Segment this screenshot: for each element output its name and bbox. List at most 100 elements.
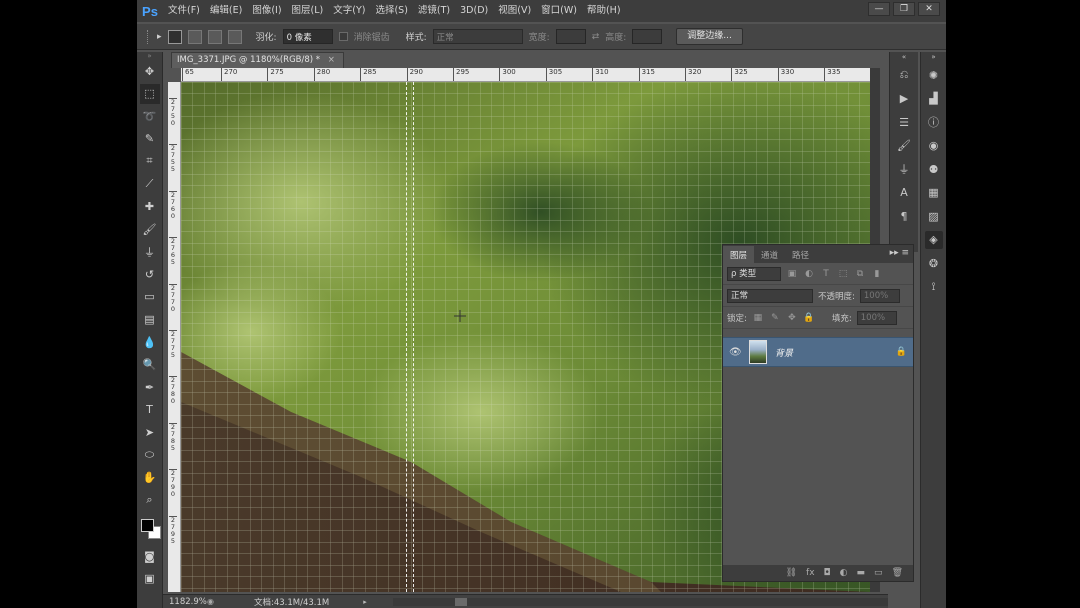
new-adjustment-icon[interactable]: ◐ (840, 568, 848, 578)
zoom-tool-icon[interactable]: ⌕ (140, 490, 160, 510)
screen-mode-icon[interactable]: ▣ (140, 569, 160, 589)
tools-collapse-icon[interactable]: » (140, 52, 160, 60)
layers-panel-icon[interactable]: ◈ (924, 230, 943, 249)
menu-3d[interactable]: 3D(D) (455, 0, 493, 22)
menu-view[interactable]: 视图(V) (493, 0, 536, 22)
add-mask-icon[interactable]: ◘ (824, 568, 831, 578)
horizontal-scrollbar[interactable] (393, 598, 888, 606)
status-arrow-icon[interactable]: ▸ (363, 598, 367, 606)
eraser-tool-icon[interactable]: ▭ (140, 287, 160, 307)
close-icon[interactable]: ✕ (918, 2, 940, 16)
adjustments-panel-icon[interactable]: ⚉ (925, 160, 943, 178)
paths-panel-icon[interactable]: ⟟ (925, 278, 943, 296)
menu-file[interactable]: 文件(F) (163, 0, 205, 22)
intersect-selection-icon[interactable] (227, 29, 242, 44)
clone-stamp-tool-icon[interactable]: ⏚ (140, 242, 160, 262)
move-tool-icon[interactable]: ✥ (140, 61, 160, 81)
filter-smart-object-icon[interactable]: ⧉ (854, 268, 866, 280)
gradient-tool-icon[interactable]: ▤ (140, 310, 160, 330)
tool-preset-icon[interactable]: ▸ (157, 32, 162, 42)
channels-panel-icon[interactable]: ❂ (925, 254, 943, 272)
new-layer-icon[interactable]: ▭ (874, 568, 883, 578)
refine-edge-button[interactable]: 调整边缘... (676, 28, 743, 45)
layer-row-background[interactable]: 👁 背景 🔒 (723, 337, 913, 367)
opacity-input[interactable]: 100% (859, 288, 900, 303)
ellipse-tool-icon[interactable]: ⬭ (140, 445, 160, 465)
quick-mask-icon[interactable]: ◙ (140, 546, 160, 566)
status-menu-icon[interactable]: ◉ (207, 597, 214, 606)
close-document-icon[interactable]: × (328, 55, 335, 65)
lasso-tool-icon[interactable]: ➰ (140, 106, 160, 126)
styles-panel-icon[interactable]: ▨ (925, 207, 943, 225)
menu-select[interactable]: 选择(S) (370, 0, 412, 22)
quick-select-tool-icon[interactable]: ✎ (140, 129, 160, 149)
histogram-panel-icon[interactable]: ▟ (925, 90, 943, 108)
menu-window[interactable]: 窗口(W) (536, 0, 582, 22)
history-brush-tool-icon[interactable]: ↺ (140, 264, 160, 284)
menu-layer[interactable]: 图层(L) (287, 0, 329, 22)
swap-icon[interactable]: ⇄ (592, 32, 600, 42)
filter-type-icon[interactable]: T (820, 268, 832, 280)
layer-style-icon[interactable]: fx (806, 568, 815, 578)
feather-input[interactable]: 0 像素 (282, 29, 333, 44)
menu-filter[interactable]: 滤镜(T) (413, 0, 455, 22)
fill-input[interactable]: 100% (856, 310, 897, 325)
clone-source-icon[interactable]: ⏚ (895, 160, 913, 178)
tab-channels[interactable]: 通道 (754, 246, 785, 263)
new-group-icon[interactable]: ▬ (857, 568, 866, 578)
lock-transparent-icon[interactable]: ▦ (752, 312, 764, 324)
options-grip-icon[interactable] (147, 29, 151, 44)
crop-tool-icon[interactable]: ⌗ (140, 151, 160, 171)
menu-image[interactable]: 图像(I) (247, 0, 286, 22)
paragraph-panel-icon[interactable]: ¶ (895, 207, 913, 225)
document-tab[interactable]: IMG_3371.JPG @ 1180%(RGB/8) * × (171, 52, 344, 68)
menu-type[interactable]: 文字(Y) (328, 0, 370, 22)
zoom-level[interactable]: 1182.9% (163, 597, 207, 607)
lock-image-icon[interactable]: ✎ (769, 312, 781, 324)
color-panel-icon[interactable]: ✺ (925, 66, 943, 84)
healing-brush-tool-icon[interactable]: ✚ (140, 197, 160, 217)
pen-tool-icon[interactable]: ✒ (140, 377, 160, 397)
visibility-eye-icon[interactable]: 👁 (729, 347, 742, 358)
style-select[interactable]: 正常 (432, 29, 523, 44)
antialias-checkbox[interactable] (338, 32, 348, 41)
path-select-tool-icon[interactable]: ➤ (140, 423, 160, 443)
height-input[interactable] (632, 29, 663, 44)
type-tool-icon[interactable]: T (140, 400, 160, 420)
filter-toggle-icon[interactable]: ▮ (871, 268, 883, 280)
eyedropper-tool-icon[interactable]: ⟋ (140, 174, 160, 194)
filter-pixel-icon[interactable]: ▣ (786, 268, 798, 280)
blend-mode-select[interactable]: 正常 (727, 288, 813, 303)
rect-marquee-tool-icon[interactable]: ⬚ (139, 83, 160, 104)
brush-tool-icon[interactable]: 🖌 (140, 219, 160, 239)
add-selection-icon[interactable] (187, 29, 202, 44)
layer-name[interactable]: 背景 (775, 346, 888, 359)
selection-marquee[interactable] (406, 82, 414, 592)
history-panel-icon[interactable]: ⎌ (895, 66, 913, 84)
layer-filter-select[interactable]: ρ 类型 (727, 266, 781, 281)
width-input[interactable] (555, 29, 586, 44)
foreground-color-swatch[interactable] (140, 519, 154, 533)
hand-tool-icon[interactable]: ✋ (140, 468, 160, 488)
menu-edit[interactable]: 编辑(E) (205, 0, 247, 22)
swatches-panel-icon[interactable]: ▦ (925, 184, 943, 202)
dodge-tool-icon[interactable]: 🔍 (140, 355, 160, 375)
link-layers-icon[interactable]: ⛓ (786, 568, 797, 578)
tab-layers[interactable]: 图层 (723, 246, 755, 263)
new-selection-icon[interactable] (167, 29, 182, 44)
character-panel-icon[interactable]: A (895, 184, 913, 202)
blur-tool-icon[interactable]: 💧 (140, 332, 160, 352)
lock-position-icon[interactable]: ✥ (786, 312, 798, 324)
info-panel-icon[interactable]: ⓘ (925, 113, 943, 131)
panel-collapse-icon[interactable]: » (925, 53, 943, 61)
tab-paths[interactable]: 路径 (785, 246, 816, 263)
restore-icon[interactable]: ❐ (893, 2, 915, 16)
horizontal-scroll-thumb[interactable] (455, 598, 467, 606)
minimize-icon[interactable]: — (868, 2, 890, 16)
properties-panel-icon[interactable]: ☰ (895, 113, 913, 131)
menu-help[interactable]: 帮助(H) (582, 0, 626, 22)
navigator-panel-icon[interactable]: ◉ (925, 137, 943, 155)
actions-panel-icon[interactable]: ▶ (895, 90, 913, 108)
filter-shape-icon[interactable]: ⬚ (837, 268, 849, 280)
delete-layer-icon[interactable]: 🗑 (892, 568, 903, 578)
